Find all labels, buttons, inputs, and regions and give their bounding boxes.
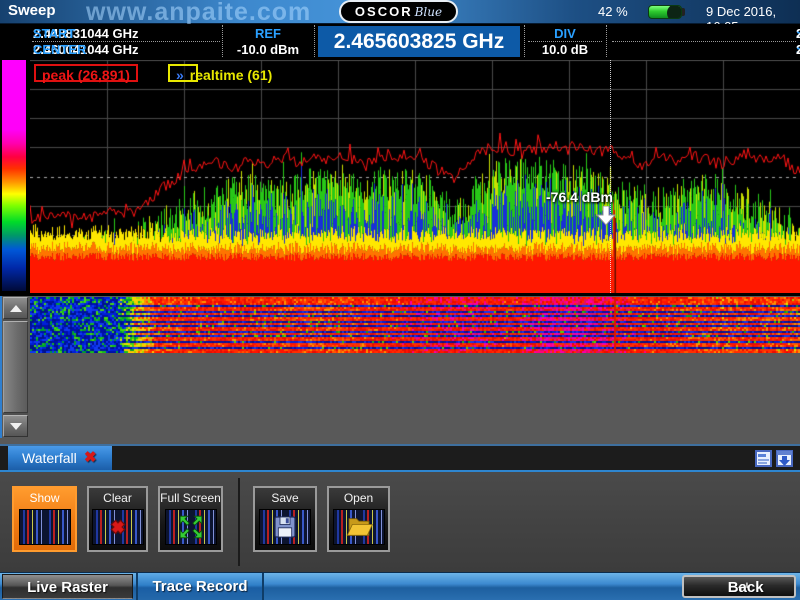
current-frequency-display[interactable]: 2.465603825 GHz bbox=[318, 26, 520, 57]
chevron-right-icon: » bbox=[176, 67, 184, 83]
divider bbox=[606, 25, 607, 57]
back-button[interactable]: Back↵ bbox=[682, 575, 796, 598]
battery-percent: 42 % bbox=[598, 4, 628, 19]
span-row: SPAN 22.420000 MHz bbox=[608, 42, 796, 57]
waterfall-toolbar: Show Clear Full Screen Save bbox=[0, 472, 800, 572]
clear-x-icon bbox=[92, 509, 144, 545]
watermark-text: www.anpaite.com bbox=[86, 0, 311, 27]
amplitude-colorbar bbox=[2, 60, 26, 291]
export-down-icon[interactable] bbox=[776, 450, 793, 467]
start-row: 2.448831044 GHz START bbox=[33, 26, 219, 41]
ref-field[interactable]: REF -10.0 dBm bbox=[223, 24, 313, 58]
div-label: DIV bbox=[526, 26, 604, 41]
waterfall-plot[interactable] bbox=[30, 297, 800, 353]
open-folder-icon bbox=[333, 509, 385, 545]
show-button[interactable]: Show bbox=[12, 486, 77, 552]
peak-trace-legend[interactable]: peak (26,891) bbox=[34, 64, 138, 82]
window-list-icon[interactable] bbox=[755, 450, 772, 467]
frequency-bar: 2.448831044 GHz START 2.460041044 GHz CE… bbox=[0, 24, 800, 58]
oscor-screen: Sweep www.anpaite.com OSCORBlue 42 % 9 D… bbox=[0, 0, 800, 600]
ref-value: -10.0 dBm bbox=[223, 42, 313, 57]
marker-line bbox=[610, 60, 611, 293]
div-field[interactable]: DIV 10.0 dB bbox=[526, 24, 604, 58]
divider bbox=[314, 25, 315, 57]
clear-button[interactable]: Clear bbox=[87, 486, 148, 552]
arrow-down-icon bbox=[10, 423, 22, 430]
close-tab-icon[interactable]: ✖ bbox=[84, 446, 97, 470]
save-floppy-icon bbox=[259, 509, 311, 545]
arrow-up-icon bbox=[10, 305, 22, 312]
full-screen-arrows-icon bbox=[165, 509, 217, 545]
ref-label: REF bbox=[223, 26, 313, 41]
tab-waterfall[interactable]: Waterfall ✖ bbox=[8, 446, 112, 470]
battery-icon bbox=[648, 5, 682, 19]
marker-value: -76.4 dBm bbox=[546, 189, 613, 205]
spectrum-display: peak (26,891) »realtime (61) -76.4 dBm bbox=[0, 58, 800, 296]
divider bbox=[238, 478, 240, 566]
divider bbox=[0, 444, 800, 446]
realtime-trace-legend[interactable]: »realtime (61) bbox=[168, 64, 198, 82]
start-center-field[interactable]: 2.448831044 GHz START 2.460041044 GHz CE… bbox=[30, 24, 222, 58]
divider bbox=[524, 25, 525, 57]
stop-row: STOP 2.471251044 GHz bbox=[608, 26, 796, 41]
bottom-bar: Live Raster Trace Record Back↵ bbox=[0, 572, 800, 600]
panel-accent bbox=[0, 296, 2, 438]
battery-nub bbox=[682, 8, 685, 16]
scroll-down-button[interactable] bbox=[3, 415, 28, 437]
oscor-blue-logo: OSCORBlue bbox=[339, 0, 458, 23]
tab-strip: Waterfall ✖ bbox=[0, 444, 800, 472]
open-button[interactable]: Open bbox=[327, 486, 390, 552]
stop-span-field[interactable]: STOP 2.471251044 GHz SPAN 22.420000 MHz bbox=[608, 24, 798, 58]
title-bar: Sweep www.anpaite.com OSCORBlue 42 % 9 D… bbox=[0, 0, 800, 24]
waterfall-display bbox=[0, 296, 800, 444]
scrollbar-thumb[interactable] bbox=[3, 321, 28, 413]
save-button[interactable]: Save bbox=[253, 486, 317, 552]
div-value: 10.0 dB bbox=[526, 42, 604, 57]
tab-trace-record[interactable]: Trace Record bbox=[136, 573, 264, 600]
spectrum-plot[interactable] bbox=[30, 60, 800, 293]
waterfall-stripes-icon bbox=[19, 509, 71, 545]
full-screen-button[interactable]: Full Screen bbox=[158, 486, 223, 552]
marker-arrow-icon bbox=[596, 206, 616, 226]
battery-gloss bbox=[667, 5, 682, 19]
tab-live-raster[interactable]: Live Raster bbox=[2, 574, 133, 599]
scroll-up-button[interactable] bbox=[3, 297, 28, 319]
mode-title: Sweep bbox=[8, 2, 56, 19]
center-row: 2.460041044 GHz CENTER bbox=[33, 42, 219, 57]
